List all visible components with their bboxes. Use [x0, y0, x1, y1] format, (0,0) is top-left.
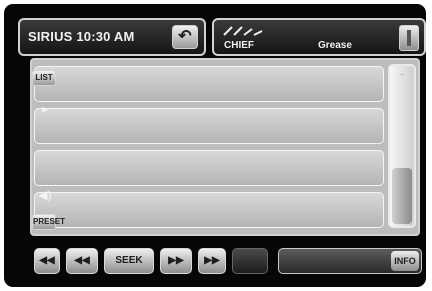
artist-name: CHIEF [224, 40, 254, 51]
now-playing-bar: CHIEF Grease [212, 18, 426, 56]
play-indicator-icon: ▸ [41, 102, 49, 116]
list-item[interactable] [34, 192, 384, 228]
source-time-label: SIRIUS 10:30 AM [28, 29, 135, 44]
back-button[interactable]: ↶ [172, 25, 198, 49]
list-item[interactable] [34, 66, 384, 102]
seek-button[interactable]: SEEK [104, 248, 154, 274]
fast-forward-button[interactable]: ▶▶ [198, 248, 226, 274]
signal-strength-icon [223, 26, 263, 36]
preset-button[interactable]: PRESET [32, 214, 65, 230]
previous-button[interactable]: ◀◀ [66, 248, 98, 274]
volume-icon[interactable]: ◀) [38, 188, 52, 202]
source-clock-bar: SIRIUS 10:30 AM ↶ [18, 18, 206, 56]
blank-button[interactable] [232, 248, 268, 274]
info-bar: INFO [278, 248, 422, 274]
back-arrow-icon: ↶ [178, 28, 192, 45]
scrollbar[interactable]: ⌃ [388, 64, 416, 228]
list-item[interactable] [34, 150, 384, 186]
trash-icon [407, 30, 411, 46]
scroll-up-icon[interactable]: ⌃ [396, 72, 408, 84]
rewind-button[interactable]: ◀◀ [34, 248, 60, 274]
scroll-thumb[interactable] [392, 168, 412, 224]
trash-button[interactable] [399, 25, 419, 51]
next-button[interactable]: ▶▶ [160, 248, 192, 274]
list-item[interactable] [34, 108, 384, 144]
song-title: Grease [318, 40, 352, 51]
info-button[interactable]: INFO [391, 251, 419, 271]
list-button[interactable]: LIST [32, 70, 56, 86]
